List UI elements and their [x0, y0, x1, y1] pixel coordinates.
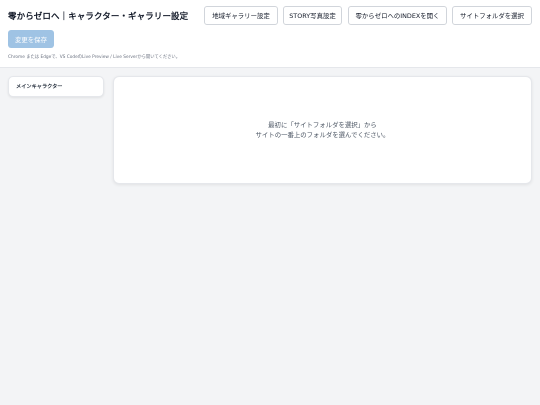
open-index-button[interactable]: 零からゼロへのINDEXを開く	[348, 6, 447, 25]
empty-state-line-2: サイトの一番上のフォルダを選んでください。	[255, 130, 390, 139]
save-changes-button[interactable]: 変更を保存	[8, 30, 54, 48]
page-title: 零からゼロへ｜キャラクター・ギャラリー設定	[8, 12, 189, 22]
empty-state-line-1: 最初に「サイトフォルダを選択」から	[268, 121, 377, 129]
select-site-folder-button[interactable]: サイトフォルダを選択	[452, 6, 532, 25]
story-photo-settings-button[interactable]: STORY写真設定	[283, 6, 342, 25]
region-gallery-settings-button[interactable]: 地域ギャラリー設定	[204, 6, 278, 25]
empty-state-message: 最初に「サイトフォルダを選択」から サイトの一番上のフォルダを選んでください。	[114, 121, 531, 140]
sidebar-item-main-character[interactable]: メインキャラクター	[8, 76, 104, 97]
app-header: 零からゼロへ｜キャラクター・ギャラリー設定 地域ギャラリー設定 STORY写真設…	[0, 0, 540, 68]
browser-hint-text: Chrome または Edgeで、VS CodeのLive Preview / …	[8, 55, 181, 60]
main-panel: 最初に「サイトフォルダを選択」から サイトの一番上のフォルダを選んでください。	[113, 76, 532, 184]
